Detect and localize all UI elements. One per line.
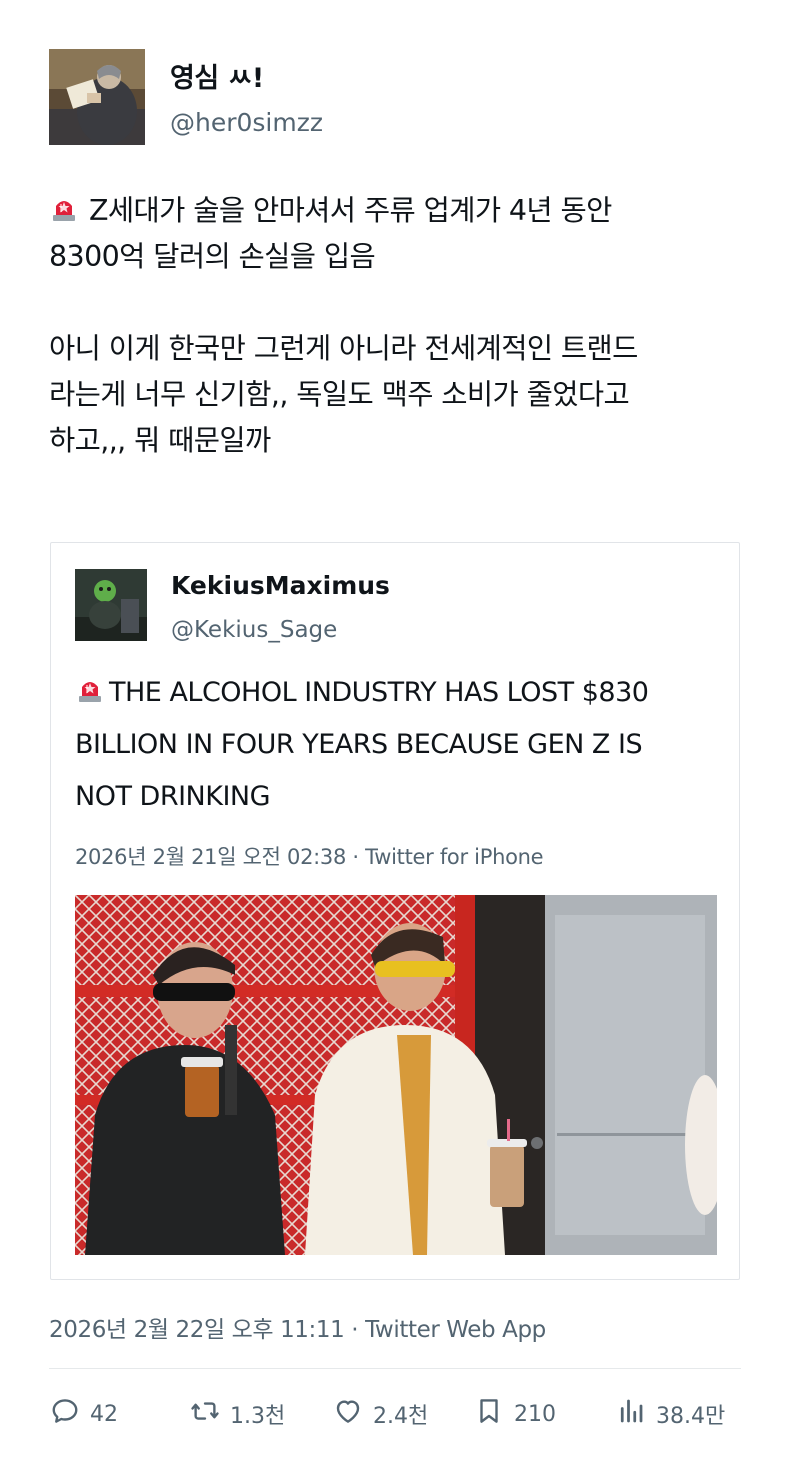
like-count: 2.4천 — [373, 1404, 429, 1429]
quoted-photo[interactable] — [75, 895, 717, 1255]
author-handle[interactable]: @her0simzz — [170, 108, 323, 137]
quoted-line: NOT DRINKING — [75, 781, 271, 812]
body-line: 아니 이게 한국만 그런게 아니라 전세계적인 트랜드 — [49, 332, 638, 365]
retweet-button[interactable]: 1.3천 — [190, 1392, 285, 1436]
reply-button[interactable]: 42 — [50, 1392, 118, 1436]
action-bar: 42 1.3천 2.4천 210 38.4만 — [0, 1392, 790, 1436]
bookmark-icon — [474, 1396, 514, 1432]
reply-icon — [50, 1396, 90, 1432]
bookmark-button[interactable]: 210 — [474, 1392, 556, 1436]
author-name[interactable]: 영심 ㅆ! — [170, 56, 264, 95]
retweet-icon — [190, 1396, 230, 1432]
reply-count: 42 — [90, 1401, 118, 1427]
quoted-line: THE ALCOHOL INDUSTRY HAS LOST $830 — [109, 677, 649, 708]
divider — [49, 1368, 741, 1369]
views-count: 38.4만 — [656, 1404, 726, 1429]
views-button[interactable]: 38.4만 — [616, 1392, 725, 1436]
tweet-timestamp[interactable]: 2026년 2월 22일 오후 11:11 · Twitter Web App — [49, 1310, 546, 1344]
body-line: 라는게 너무 신기함,, 독일도 맥주 소비가 줄었다고 — [49, 378, 630, 411]
tweet-body: Z세대가 술을 안마셔서 주류 업계가 4년 동안 8300억 달러의 손실을 … — [49, 188, 749, 464]
body-line: Z세대가 술을 안마셔서 주류 업계가 4년 동안 — [89, 194, 612, 227]
quoted-author-name[interactable]: KekiusMaximus — [171, 571, 390, 600]
siren-emoji-icon — [75, 671, 105, 702]
retweet-count: 1.3천 — [230, 1404, 286, 1429]
quoted-line: BILLION IN FOUR YEARS BECAUSE GEN Z IS — [75, 729, 643, 760]
heart-icon — [333, 1396, 373, 1432]
like-button[interactable]: 2.4천 — [333, 1392, 428, 1436]
body-line: 8300억 달러의 손실을 입음 — [49, 240, 376, 273]
bookmark-count: 210 — [514, 1401, 556, 1427]
quoted-timestamp[interactable]: 2026년 2월 21일 오전 02:38 · Twitter for iPho… — [75, 841, 544, 871]
tweet-card: 영심 ㅆ! @her0simzz Z세대가 술을 안마셔서 주류 업계가 4년 … — [0, 0, 790, 1484]
author-avatar[interactable] — [49, 49, 145, 145]
quoted-tweet[interactable]: KekiusMaximus @Kekius_Sage THE ALCOHOL I… — [50, 542, 740, 1280]
siren-emoji-icon — [49, 192, 79, 222]
quoted-author-handle[interactable]: @Kekius_Sage — [171, 617, 337, 643]
views-icon — [616, 1396, 656, 1432]
quoted-body: THE ALCOHOL INDUSTRY HAS LOST $830 BILLI… — [75, 667, 725, 823]
quoted-author-avatar[interactable] — [75, 569, 147, 641]
body-line: 하고,,, 뭐 때문일까 — [49, 424, 271, 457]
